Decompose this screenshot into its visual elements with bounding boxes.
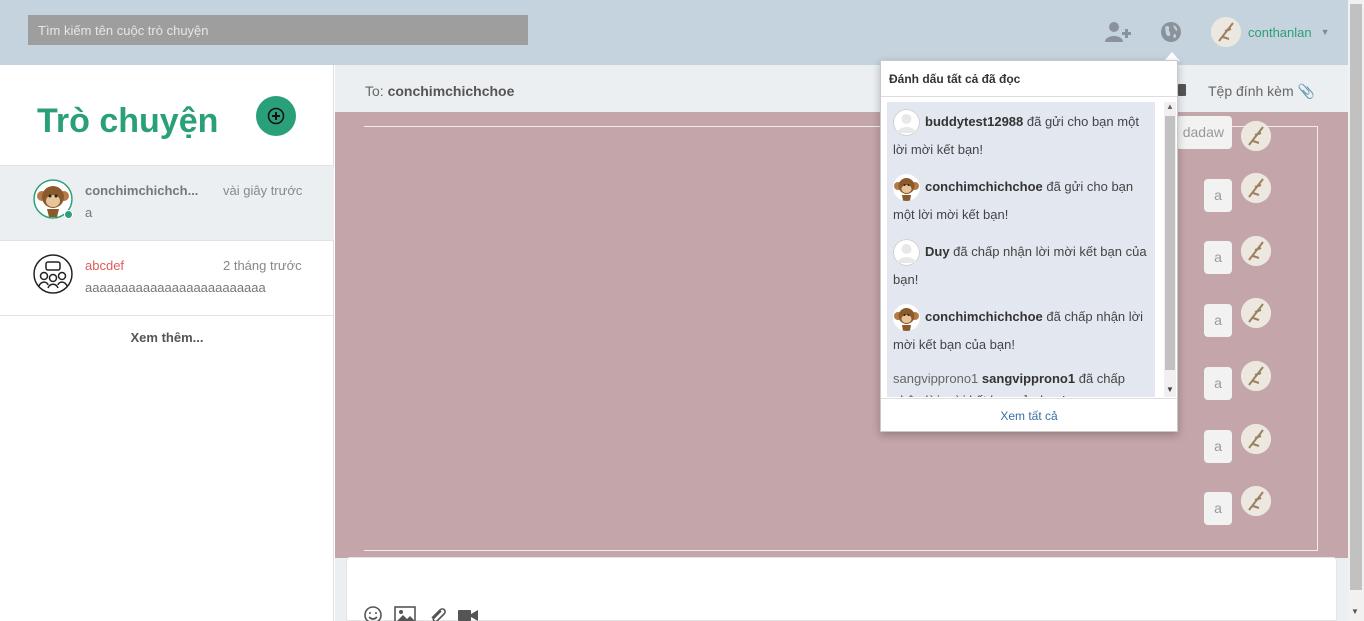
globe-icon [1161,22,1181,42]
conversation-item[interactable]: conchimchichch... vài giây trước a [0,165,334,240]
page-title: Trò chuyện [37,102,219,140]
search-input[interactable] [28,15,528,45]
avatar [1241,361,1271,391]
chevron-down-icon: ▼ [1320,27,1330,37]
recipient-prefix: To: [365,83,388,99]
new-conversation-button[interactable] [256,96,296,136]
message-bubble: a [1204,179,1232,212]
mark-all-read-button[interactable]: Đánh dấu tất cả đã đọc [881,61,1177,97]
notification-item[interactable]: buddytest12988 đã gửi cho bạn một lời mờ… [887,102,1155,170]
message-area[interactable]: dadaw a a a a a a [335,112,1348,558]
notification-item[interactable]: Duy đã chấp nhận lời mời kết bạn của bạn… [887,232,1155,300]
message-bubble: a [1204,492,1232,525]
see-all-notifications-link[interactable]: Xem tất cả [881,398,1177,432]
scrollbar-thumb[interactable] [1350,4,1362,590]
notification-item[interactable]: sangvipprono1 sangvipprono1 đã chấp nhận… [887,362,1155,397]
notification-item[interactable]: conchimchichchoe đã chấp nhận lời mời kế… [887,297,1155,365]
message-bubble: dadaw [1176,116,1232,149]
avatar [893,239,920,267]
user-menu[interactable]: conthanlan ▼ [1211,16,1330,48]
attach-file-button[interactable] [427,605,449,621]
avatar [1241,486,1271,516]
notification-item[interactable]: conchimchichchoe đã gửi cho bạn một lời … [887,167,1155,235]
paperclip-icon: 📎 [1297,83,1315,99]
notification-user: conchimchichchoe [925,179,1043,194]
header-icon[interactable] [1178,84,1186,96]
message-bubble: a [1204,241,1232,274]
scroll-down-arrow-icon[interactable]: ▼ [1351,607,1359,616]
conversation-last-message: aaaaaaaaaaaaaaaaaaaaaaaaa [85,280,266,295]
avatar [1241,298,1271,328]
group-avatar [33,254,73,294]
image-icon [394,606,416,621]
conversation-last-message: a [85,205,93,220]
emoji-button[interactable] [363,605,385,621]
notification-list[interactable]: buddytest12988 đã gửi cho bạn một lời mờ… [887,102,1155,397]
avatar [1241,173,1271,203]
paperclip-icon [431,608,446,621]
avatar [1241,424,1271,454]
avatar [1241,236,1271,266]
chat-header: To: conchimchichchoe Tệp đính kèm 📎 [335,65,1348,112]
broken-avatar-image: sangvipprono1 [893,371,979,386]
avatar [893,304,920,332]
conversation-time: 2 tháng trước [223,258,302,273]
notification-user: buddytest12988 [925,114,1024,129]
image-upload-button[interactable] [394,605,416,621]
message-input[interactable] [357,566,1327,596]
smile-icon [364,606,382,621]
scroll-up-arrow-icon[interactable]: ▲ [1166,102,1174,111]
see-more-link[interactable]: Xem thêm... [0,315,334,345]
recipient-name: conchimchichchoe [387,83,515,99]
message-bubble: a [1204,430,1232,463]
notification-user: conchimchichchoe [925,309,1043,324]
online-status-indicator [64,210,73,219]
recipient-label: To: conchimchichchoe [365,83,514,99]
conversation-name: abcdef [85,258,125,273]
avatar [893,174,920,202]
message-bubble: a [1204,367,1232,400]
message-composer [346,557,1337,621]
notification-user: Duy [925,244,950,259]
camera-icon [458,610,478,621]
add-user-icon [1105,22,1131,42]
scrollbar-thumb[interactable] [1165,116,1175,370]
video-call-button[interactable] [457,605,479,621]
scroll-down-arrow-icon[interactable]: ▼ [1166,385,1174,394]
notification-scrollbar[interactable]: ▲ ▼ [1164,102,1176,397]
avatar [1241,121,1271,151]
attachments-label: Tệp đính kèm [1208,83,1294,99]
avatar [1211,17,1241,47]
notification-dropdown: Đánh dấu tất cả đã đọc buddytest12988 đã… [880,60,1178,432]
conversation-item[interactable]: abcdef 2 tháng trước aaaaaaaaaaaaaaaaaaa… [0,240,334,315]
notifications-button[interactable] [1159,20,1185,44]
top-bar: conthanlan ▼ [0,0,1348,65]
add-friend-button[interactable] [1105,20,1131,44]
conversation-name: conchimchichch... [85,183,199,198]
message-bubble: a [1204,304,1232,337]
page-scrollbar[interactable]: ▲ ▼ [1348,0,1364,621]
plus-circle-icon [267,107,285,125]
conversation-sidebar: Trò chuyện conchimchichch... vài giây tr… [0,65,334,621]
avatar [893,109,920,137]
attachments-link[interactable]: Tệp đính kèm 📎 [1208,83,1315,100]
conversation-time: vài giây trước [223,183,303,198]
username: conthanlan [1248,24,1312,40]
notification-user: sangvipprono1 [981,371,1076,386]
